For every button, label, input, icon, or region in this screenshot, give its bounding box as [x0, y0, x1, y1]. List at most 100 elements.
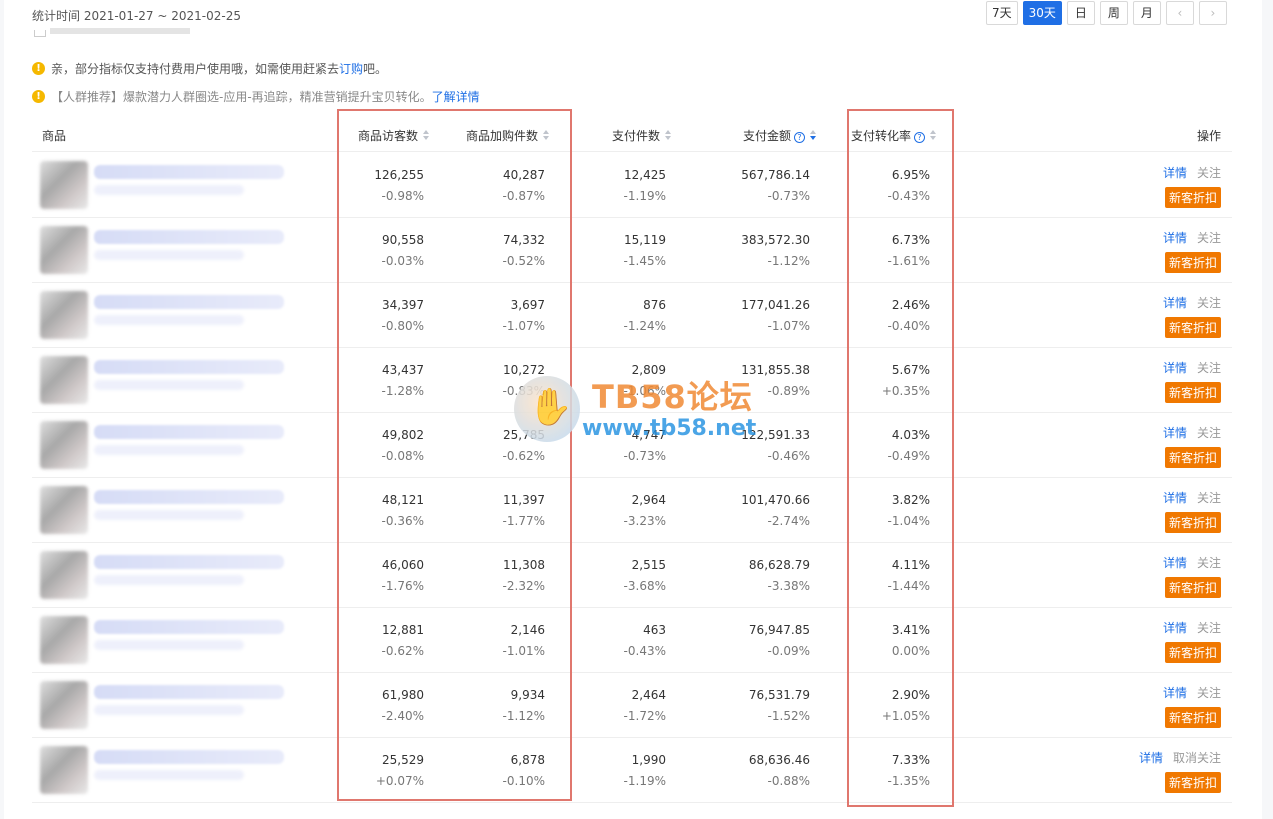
follow-link[interactable]: 关注	[1197, 296, 1221, 310]
sort-desc-icon[interactable]	[810, 130, 817, 141]
paid-amount-cell-value: 86,628.79	[748, 558, 810, 572]
new-customer-discount-button[interactable]: 新客折扣	[1164, 252, 1221, 273]
new-customer-discount-button[interactable]: 新客折扣	[1164, 772, 1221, 793]
paid-items-cell: 2,464 -1.72%	[546, 687, 666, 724]
header-cart[interactable]: 商品加购件数	[466, 127, 550, 144]
conversion-cell: 6.95% -0.43%	[810, 167, 930, 204]
header-paid-amount[interactable]: 支付金额?	[743, 127, 817, 144]
range-7d-button[interactable]: 7天	[986, 1, 1018, 25]
detail-link[interactable]: 详情	[1163, 556, 1187, 570]
new-customer-discount-button[interactable]: 新客折扣	[1164, 512, 1221, 533]
detail-link[interactable]: 详情	[1163, 426, 1187, 440]
product-title-obscured[interactable]	[94, 490, 284, 504]
detail-link[interactable]: 详情	[1163, 621, 1187, 635]
new-customer-discount-button[interactable]: 新客折扣	[1164, 317, 1221, 338]
follow-link[interactable]: 关注	[1197, 686, 1221, 700]
sort-icon[interactable]	[665, 130, 672, 141]
new-customer-discount-button[interactable]: 新客折扣	[1164, 382, 1221, 403]
visitors-cell-change: -2.40%	[381, 709, 424, 723]
table-row: 61,980 -2.40% 9,934 -1.12% 2,464 -1.72% 76,531…	[32, 673, 1232, 738]
paid-amount-cell: 383,572.30 -1.12%	[690, 232, 810, 269]
detail-link[interactable]: 详情	[1139, 751, 1163, 765]
follow-link[interactable]: 关注	[1197, 491, 1221, 505]
visitors-cell-value: 61,980	[382, 688, 424, 702]
new-customer-discount-button[interactable]: 新客折扣	[1164, 187, 1221, 208]
product-title-obscured[interactable]	[94, 295, 284, 309]
row-actions: 详情 取消关注新客折扣	[1101, 749, 1221, 793]
cart-cell-change: -0.10%	[502, 774, 545, 788]
paid-items-cell-change: -1.72%	[623, 709, 666, 723]
row-actions: 详情 关注新客折扣	[1101, 164, 1221, 208]
range-day-button[interactable]: 日	[1066, 1, 1095, 25]
paid-items-cell-value: 12,425	[624, 168, 666, 182]
new-customer-discount-button[interactable]: 新客折扣	[1164, 707, 1221, 728]
follow-link[interactable]: 关注	[1197, 556, 1221, 570]
help-icon[interactable]: ?	[914, 132, 926, 143]
range-month-button[interactable]: 月	[1132, 1, 1161, 25]
product-title-obscured[interactable]	[94, 620, 284, 634]
range-30d-button[interactable]: 30天	[1022, 1, 1062, 25]
cart-cell-value: 2,146	[510, 623, 545, 637]
learn-more-link[interactable]: 了解详情	[432, 88, 480, 105]
visitors-cell: 48,121 -0.36%	[304, 492, 424, 529]
product-thumbnail[interactable]	[40, 226, 88, 274]
range-week-button[interactable]: 周	[1099, 1, 1128, 25]
product-title-obscured[interactable]	[94, 750, 284, 764]
detail-link[interactable]: 详情	[1163, 361, 1187, 375]
visitors-cell: 61,980 -2.40%	[304, 687, 424, 724]
product-thumbnail[interactable]	[40, 746, 88, 794]
product-title-obscured[interactable]	[94, 555, 284, 569]
follow-link[interactable]: 关注	[1197, 166, 1221, 180]
checkbox[interactable]	[34, 30, 46, 37]
follow-link[interactable]: 关注	[1197, 361, 1221, 375]
follow-link[interactable]: 关注	[1197, 621, 1221, 635]
paid-notice: ! 亲，部分指标仅支持付费用户使用哦，如需使用赶紧去 订购 吧。	[32, 60, 387, 77]
sort-icon[interactable]	[423, 130, 430, 141]
follow-link[interactable]: 关注	[1197, 231, 1221, 245]
visitors-cell: 46,060 -1.76%	[304, 557, 424, 594]
new-customer-discount-button[interactable]: 新客折扣	[1164, 577, 1221, 598]
chevron-left-icon[interactable]: ‹	[1165, 1, 1194, 25]
product-thumbnail[interactable]	[40, 356, 88, 404]
detail-link[interactable]: 详情	[1163, 166, 1187, 180]
product-thumbnail[interactable]	[40, 291, 88, 339]
header-conversion[interactable]: 支付转化率?	[851, 127, 937, 144]
crowd-notice-text: 【人群推荐】爆款潜力人群圈选-应用-再追踪，精准营销提升宝贝转化。	[51, 90, 432, 104]
detail-link[interactable]: 详情	[1163, 491, 1187, 505]
visitors-cell-change: -1.76%	[381, 579, 424, 593]
header-visitors[interactable]: 商品访客数	[358, 127, 430, 144]
detail-link[interactable]: 详情	[1163, 686, 1187, 700]
product-thumbnail[interactable]	[40, 681, 88, 729]
product-thumbnail[interactable]	[40, 161, 88, 209]
detail-link[interactable]: 详情	[1163, 296, 1187, 310]
header-visitors-label: 商品访客数	[358, 129, 419, 143]
paid-notice-suffix: 吧。	[363, 62, 388, 76]
paid-amount-cell-value: 177,041.26	[741, 298, 810, 312]
sort-icon[interactable]	[930, 130, 937, 141]
product-subtitle-obscured	[94, 705, 244, 715]
cart-cell-change: -0.52%	[502, 254, 545, 268]
new-customer-discount-button[interactable]: 新客折扣	[1164, 447, 1221, 468]
product-thumbnail[interactable]	[40, 421, 88, 469]
detail-link[interactable]: 详情	[1163, 231, 1187, 245]
new-customer-discount-button[interactable]: 新客折扣	[1164, 642, 1221, 663]
product-thumbnail[interactable]	[40, 551, 88, 599]
row-actions: 详情 关注新客折扣	[1101, 684, 1221, 728]
product-title-obscured[interactable]	[94, 425, 284, 439]
product-title-obscured[interactable]	[94, 360, 284, 374]
help-icon[interactable]: ?	[794, 132, 806, 143]
chevron-right-icon[interactable]: ›	[1198, 1, 1227, 25]
product-thumbnail[interactable]	[40, 486, 88, 534]
product-title-obscured[interactable]	[94, 685, 284, 699]
follow-link[interactable]: 取消关注	[1173, 751, 1221, 765]
cart-cell-change: -1.12%	[502, 709, 545, 723]
sort-icon[interactable]	[543, 130, 550, 141]
header-paid-items[interactable]: 支付件数	[612, 127, 672, 144]
follow-link[interactable]: 关注	[1197, 426, 1221, 440]
subscribe-link[interactable]: 订购	[339, 60, 363, 77]
product-title-obscured[interactable]	[94, 230, 284, 244]
paid-items-cell: 12,425 -1.19%	[546, 167, 666, 204]
product-title-obscured[interactable]	[94, 165, 284, 179]
conversion-cell-value: 2.90%	[891, 688, 930, 702]
product-thumbnail[interactable]	[40, 616, 88, 664]
